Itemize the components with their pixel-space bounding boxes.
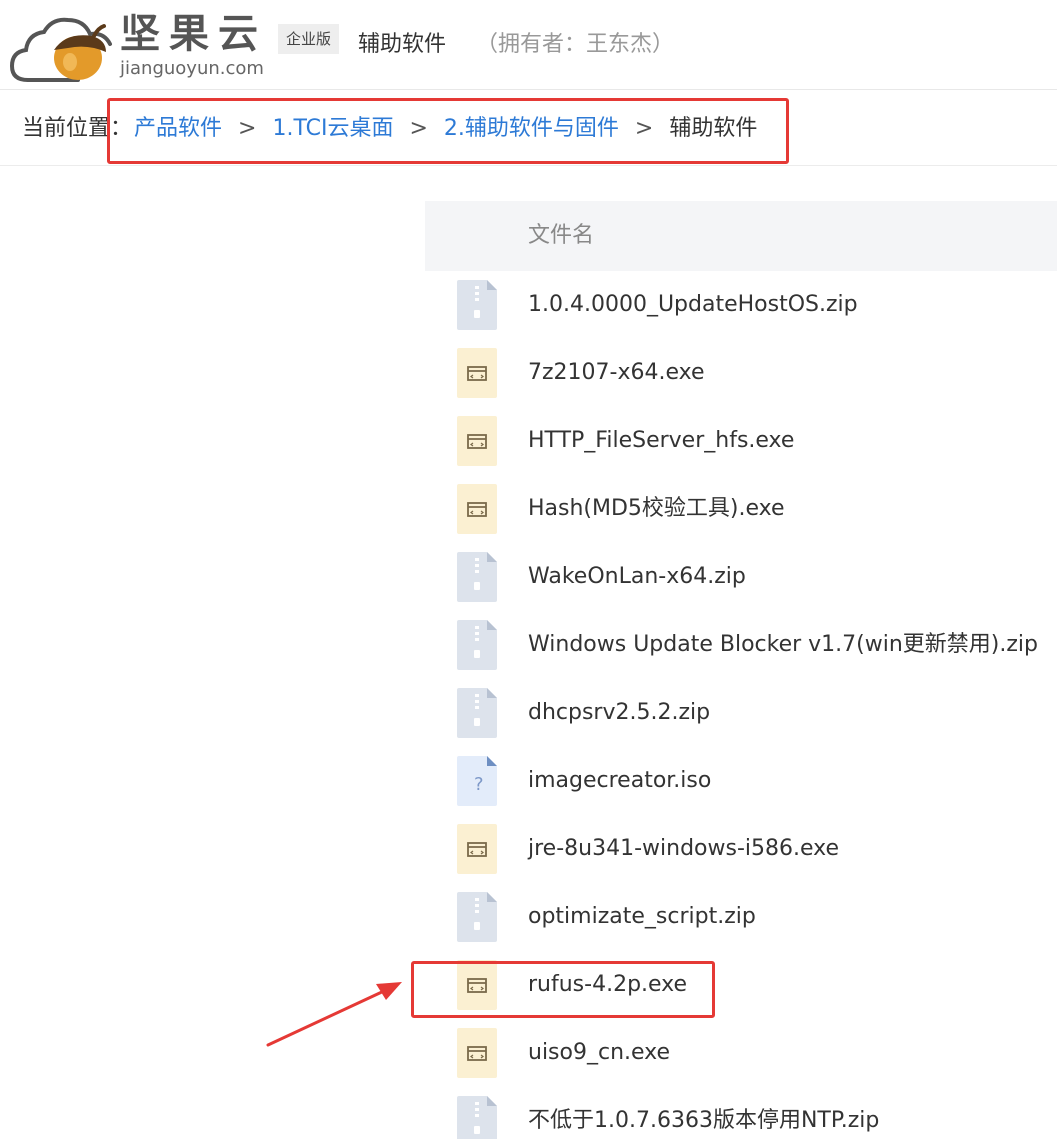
- zip-file-icon: [457, 1096, 497, 1139]
- zip-file-icon: [457, 552, 497, 602]
- exe-file-icon: [457, 416, 497, 466]
- file-row[interactable]: Windows Update Blocker v1.7(win更新禁用).zip: [425, 611, 1057, 679]
- file-name[interactable]: 不低于1.0.7.6363版本停用NTP.zip: [528, 1104, 879, 1138]
- column-header-filename[interactable]: 文件名: [528, 219, 594, 253]
- breadcrumb-highlight-box: [107, 98, 789, 164]
- zip-file-icon: [457, 688, 497, 738]
- file-name[interactable]: WakeOnLan-x64.zip: [528, 560, 746, 594]
- exe-file-icon: [457, 824, 497, 874]
- file-row[interactable]: HTTP_FileServer_hfs.exe: [425, 407, 1057, 475]
- target-file-highlight-box: [411, 961, 715, 1018]
- zip-file-icon: [457, 280, 497, 330]
- zip-file-icon: [457, 892, 497, 942]
- file-name[interactable]: Windows Update Blocker v1.7(win更新禁用).zip: [528, 628, 1038, 662]
- file-list-header[interactable]: 文件名: [425, 201, 1057, 271]
- file-row[interactable]: dhcpsrv2.5.2.zip: [425, 679, 1057, 747]
- file-row[interactable]: 1.0.4.0000_UpdateHostOS.zip: [425, 271, 1057, 339]
- app-header: 坚果云 jianguoyun.com 企业版 辅助软件 （拥有者：王东杰）: [0, 0, 1057, 90]
- svg-text:?: ?: [474, 774, 484, 795]
- file-name[interactable]: uiso9_cn.exe: [528, 1036, 670, 1070]
- file-row[interactable]: optimizate_script.zip: [425, 883, 1057, 951]
- file-name[interactable]: HTTP_FileServer_hfs.exe: [528, 424, 794, 458]
- file-row[interactable]: 7z2107-x64.exe: [425, 339, 1057, 407]
- zip-file-icon: [457, 620, 497, 670]
- file-name[interactable]: dhcpsrv2.5.2.zip: [528, 696, 710, 730]
- file-row[interactable]: WakeOnLan-x64.zip: [425, 543, 1057, 611]
- owner-label: （拥有者：王东杰）: [476, 32, 675, 57]
- file-name[interactable]: optimizate_script.zip: [528, 900, 756, 934]
- exe-file-icon: [457, 484, 497, 534]
- file-row[interactable]: Hash(MD5校验工具).exe: [425, 475, 1057, 543]
- file-row[interactable]: ? imagecreator.iso: [425, 747, 1057, 815]
- edition-badge: 企业版: [278, 24, 340, 54]
- nut-logo-icon[interactable]: [8, 10, 118, 86]
- exe-file-icon: [457, 348, 497, 398]
- file-row[interactable]: jre-8u341-windows-i586.exe: [425, 815, 1057, 883]
- unknown-file-icon: ?: [457, 756, 497, 806]
- brand-name-en: jianguoyun.com: [120, 58, 264, 79]
- file-name[interactable]: jre-8u341-windows-i586.exe: [528, 832, 839, 866]
- file-row[interactable]: uiso9_cn.exe: [425, 1019, 1057, 1087]
- folder-title: 辅助软件: [358, 32, 447, 57]
- file-name[interactable]: 7z2107-x64.exe: [528, 356, 705, 390]
- file-name[interactable]: 1.0.4.0000_UpdateHostOS.zip: [528, 288, 858, 322]
- file-name[interactable]: imagecreator.iso: [528, 764, 711, 798]
- brand-name-cn: 坚果云: [120, 11, 267, 57]
- file-row[interactable]: 不低于1.0.7.6363版本停用NTP.zip: [425, 1087, 1057, 1139]
- exe-file-icon: [457, 1028, 497, 1078]
- file-name[interactable]: Hash(MD5校验工具).exe: [528, 492, 785, 526]
